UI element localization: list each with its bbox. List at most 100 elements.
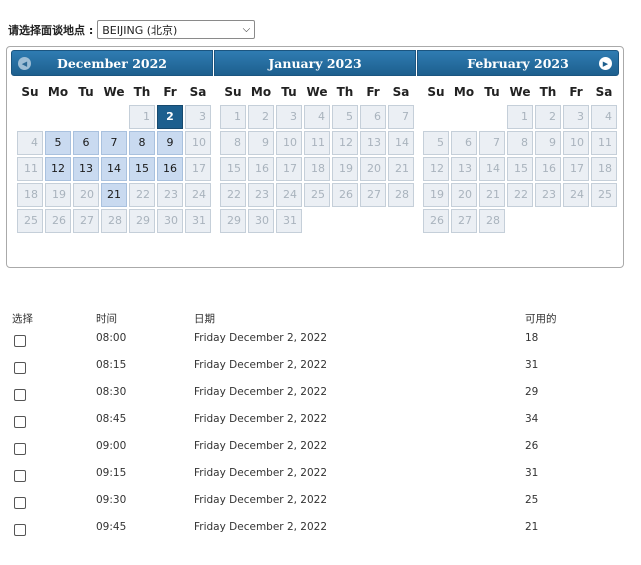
month-title: February 2023 xyxy=(467,56,569,71)
day-cell: 22 xyxy=(507,183,533,207)
day-cell[interactable]: 9 xyxy=(157,131,183,155)
day-cell: 5 xyxy=(423,131,449,155)
day-cell: 7 xyxy=(388,105,414,129)
day-cell[interactable]: 15 xyxy=(129,157,155,181)
weekday-row: Su Mo Tu We Th Fr Sa xyxy=(11,82,213,102)
day-cell: 13 xyxy=(451,157,477,181)
day-cell: 27 xyxy=(451,209,477,233)
cell-date: Friday December 2, 2022 xyxy=(194,413,328,425)
day-cell: 18 xyxy=(591,157,617,181)
day-cell: 26 xyxy=(45,209,71,233)
day-cell: 9 xyxy=(535,131,561,155)
location-row: 请选择面谈地点 : BEIJING (北京) ⌵ xyxy=(8,20,256,39)
weekday-label: Th xyxy=(336,85,354,99)
day-cell-selected[interactable]: 2 xyxy=(157,105,183,129)
day-cell: 29 xyxy=(220,209,246,233)
day-cell: 27 xyxy=(73,209,99,233)
table-row: 09:30 Friday December 2, 2022 25 xyxy=(0,487,641,514)
day-cell: 3 xyxy=(563,105,589,129)
weekday-label: Su xyxy=(21,85,39,99)
next-month-icon[interactable]: ▶ xyxy=(599,57,612,70)
datepicker: ◀ December 2022 Su Mo Tu We Th Fr Sa 123456789… xyxy=(6,46,624,268)
day-cell: 28 xyxy=(388,183,414,207)
header-available: 可用的 xyxy=(525,313,557,325)
day-cell: 10 xyxy=(563,131,589,155)
weekday-label: Mo xyxy=(250,85,272,99)
day-cell: 24 xyxy=(276,183,302,207)
cell-time: 08:45 xyxy=(96,413,127,425)
select-checkbox[interactable] xyxy=(14,416,26,428)
day-cell[interactable]: 12 xyxy=(45,157,71,181)
day-grid: 1 2 3 4 5 6 7 8 9 10 11 12 13 14 15 16 17 18 19 20 21 22 23 24 2… xyxy=(11,105,213,233)
cell-time: 08:00 xyxy=(96,332,127,344)
select-checkbox[interactable] xyxy=(14,335,26,347)
header-date: 日期 xyxy=(194,313,215,325)
day-cell[interactable]: 14 xyxy=(101,157,127,181)
cell-available: 31 xyxy=(525,359,539,371)
day-cell: 17 xyxy=(563,157,589,181)
day-cell: 23 xyxy=(535,183,561,207)
weekday-label: Tu xyxy=(484,85,500,99)
day-cell[interactable]: 6 xyxy=(73,131,99,155)
weekday-label: Su xyxy=(224,85,242,99)
prev-month-icon[interactable]: ◀ xyxy=(18,57,31,70)
day-cell: 3 xyxy=(185,105,211,129)
weekday-label: Sa xyxy=(189,85,207,99)
location-label: 请选择面谈地点 : xyxy=(8,23,94,37)
select-checkbox[interactable] xyxy=(14,389,26,401)
day-cell: 25 xyxy=(17,209,43,233)
day-cell: 30 xyxy=(248,209,274,233)
day-cell: 8 xyxy=(507,131,533,155)
day-cell: 11 xyxy=(17,157,43,181)
select-checkbox[interactable] xyxy=(14,470,26,482)
day-cell: 17 xyxy=(185,157,211,181)
day-cell: 13 xyxy=(360,131,386,155)
cell-available: 18 xyxy=(525,332,539,344)
weekday-label: Tu xyxy=(281,85,297,99)
select-checkbox[interactable] xyxy=(14,524,26,536)
day-cell: 18 xyxy=(17,183,43,207)
select-checkbox[interactable] xyxy=(14,443,26,455)
month-panel-december-2022: ◀ December 2022 Su Mo Tu We Th Fr Sa 12 3 456789… xyxy=(11,50,213,264)
month-panel-february-2023: February 2023 ▶ Su Mo Tu We Th Fr Sa 123456789… xyxy=(416,50,619,264)
day-cell: 19 xyxy=(423,183,449,207)
table-row: 08:00 Friday December 2, 2022 18 xyxy=(0,325,641,352)
day-cell: 17 xyxy=(276,157,302,181)
day-cell: 31 xyxy=(276,209,302,233)
day-cell: 21 xyxy=(479,183,505,207)
day-cell: 25 xyxy=(304,183,330,207)
day-cell[interactable]: 21 xyxy=(101,183,127,207)
day-cell: 4 xyxy=(17,131,43,155)
day-cell: 2 xyxy=(535,105,561,129)
day-cell: 22 xyxy=(129,183,155,207)
select-checkbox[interactable] xyxy=(14,497,26,509)
select-checkbox[interactable] xyxy=(14,362,26,374)
day-cell: 19 xyxy=(332,157,358,181)
day-cell[interactable]: 7 xyxy=(101,131,127,155)
day-cell: 3 xyxy=(276,105,302,129)
day-cell: 4 xyxy=(591,105,617,129)
cell-available: 34 xyxy=(525,413,539,425)
day-cell[interactable]: 16 xyxy=(157,157,183,181)
table-row: 09:15 Friday December 2, 2022 31 xyxy=(0,460,641,487)
day-cell: 23 xyxy=(157,183,183,207)
cell-time: 09:30 xyxy=(96,494,127,506)
day-cell: 28 xyxy=(101,209,127,233)
cell-available: 29 xyxy=(525,386,539,398)
day-cell[interactable]: 8 xyxy=(129,131,155,155)
month-header: ◀ December 2022 xyxy=(11,50,213,76)
day-cell: 6 xyxy=(451,131,477,155)
location-select[interactable]: BEIJING (北京) ⌵ xyxy=(97,20,256,39)
header-time: 时间 xyxy=(96,313,117,325)
day-cell: 7 xyxy=(479,131,505,155)
location-selected-value: BEIJING (北京) xyxy=(102,23,178,37)
weekday-label: Sa xyxy=(595,85,613,99)
day-cell: 31 xyxy=(185,209,211,233)
cell-date: Friday December 2, 2022 xyxy=(194,359,328,371)
day-grid: 1 2 3 4 5 6 7 8 9 10 11 12 13 14 15 16 17 18 19 20 21 22 23 24 2… xyxy=(417,105,619,233)
cell-date: Friday December 2, 2022 xyxy=(194,440,328,452)
day-cell: 11 xyxy=(304,131,330,155)
table-row: 08:45 Friday December 2, 2022 34 xyxy=(0,406,641,433)
day-cell[interactable]: 13 xyxy=(73,157,99,181)
day-cell[interactable]: 5 xyxy=(45,131,71,155)
